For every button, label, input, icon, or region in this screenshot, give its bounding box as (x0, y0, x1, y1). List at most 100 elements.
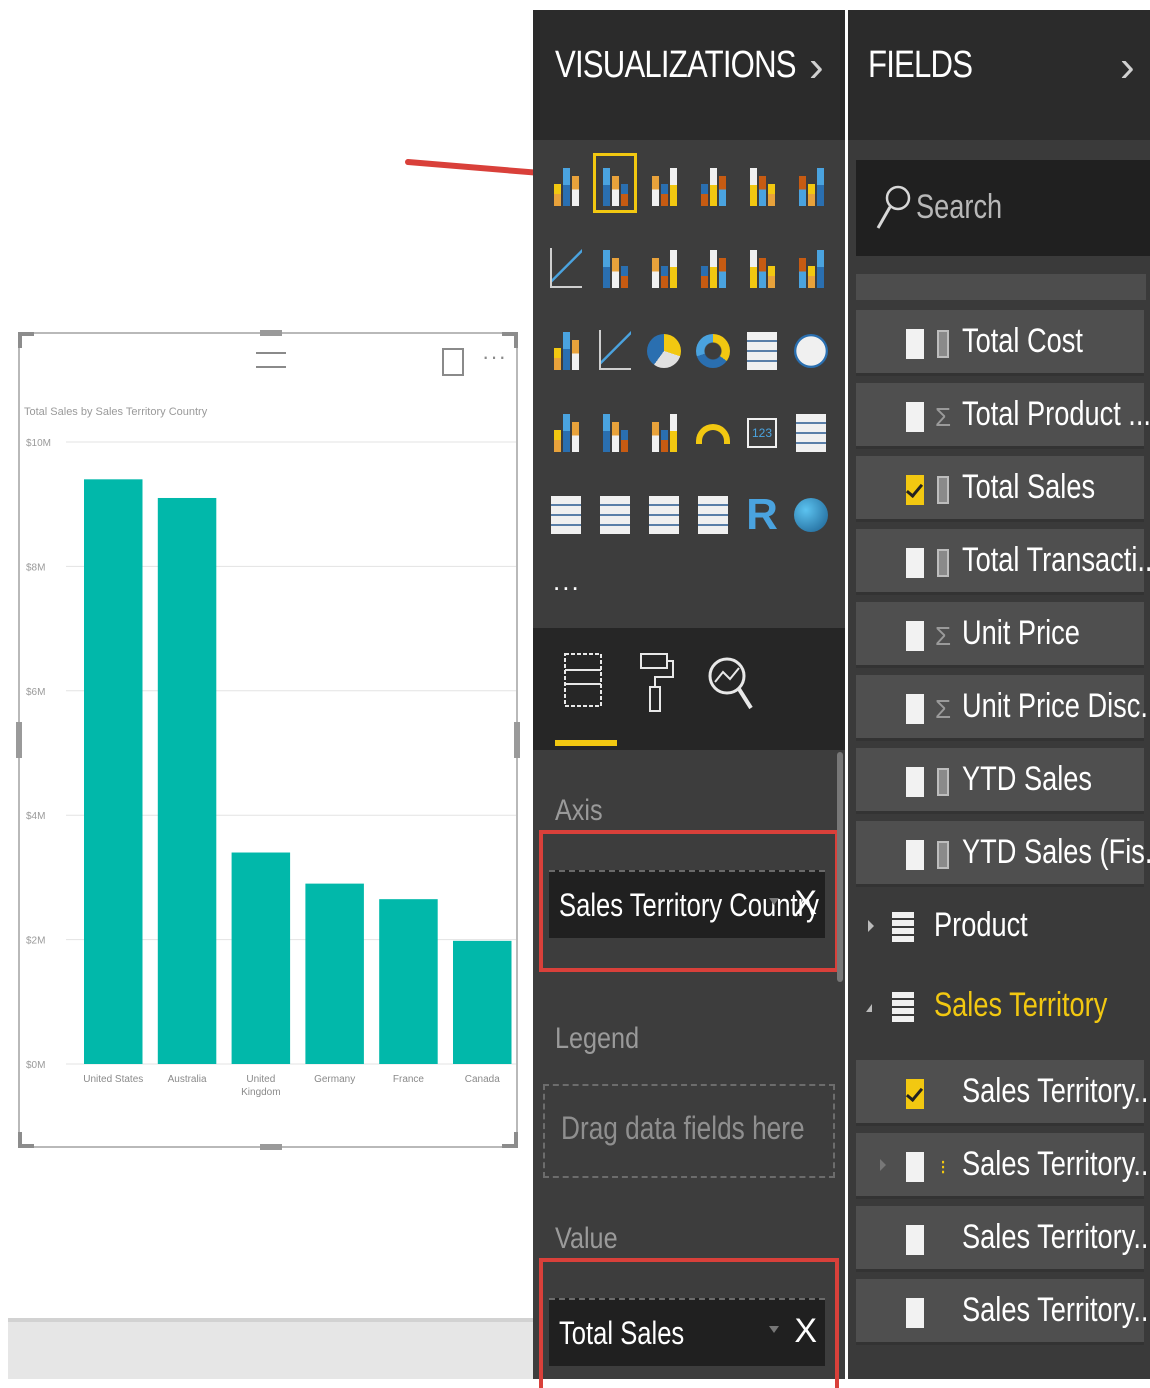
field-row[interactable]: Σ Total Product ... (856, 383, 1150, 449)
axis-field-pill[interactable]: Sales Territory Country X (549, 870, 825, 938)
calc-icon (932, 328, 954, 360)
remove-axis-field-icon[interactable]: X (794, 884, 817, 923)
field-checkbox[interactable] (906, 1225, 924, 1255)
slicer-icon[interactable] (594, 482, 636, 540)
field-row[interactable]: Total Sales (856, 456, 1144, 522)
value-well[interactable]: Total Sales X (539, 1258, 839, 1388)
field-name: YTD Sales (Fis... (962, 833, 1150, 871)
r-visual-icon[interactable]: R (741, 482, 783, 540)
field-checkbox[interactable] (906, 767, 924, 797)
expand-hierarchy-icon[interactable] (880, 1159, 886, 1171)
chart-title: Total Sales by Sales Territory Country (24, 406, 208, 418)
more-visuals-button[interactable]: ... (553, 566, 581, 597)
field-checkbox[interactable] (906, 621, 924, 651)
waterfall-icon[interactable] (545, 318, 587, 376)
shape-map-icon[interactable] (594, 400, 636, 458)
multi-row-card-icon[interactable] (790, 400, 832, 458)
line-stacked-column-icon[interactable] (741, 236, 783, 294)
field-row[interactable]: YTD Sales (856, 748, 1144, 814)
area-chart-icon[interactable] (594, 236, 636, 294)
matrix-icon[interactable] (692, 482, 734, 540)
resize-handle-bottom[interactable] (260, 1144, 282, 1150)
axis-field-name: Sales Territory Country (559, 886, 819, 923)
card-icon[interactable]: 123 (741, 400, 783, 458)
calc-icon (932, 839, 954, 871)
kpi-icon[interactable] (545, 482, 587, 540)
donut-chart-icon[interactable] (692, 318, 734, 376)
y-tick-label: $10M (26, 438, 51, 449)
field-checkbox[interactable] (906, 475, 924, 505)
collapse-table-icon[interactable] (866, 1004, 872, 1012)
globe-map-icon[interactable] (790, 482, 832, 540)
clustered-column-icon[interactable] (692, 154, 734, 212)
axis-well-label: Axis (555, 794, 603, 827)
clustered-bar-icon[interactable] (643, 154, 685, 212)
legend-drop-zone[interactable]: Drag data fields here (543, 1084, 835, 1178)
scatter-icon[interactable] (594, 318, 636, 376)
wells-scrollbar[interactable] (837, 752, 843, 982)
more-options-icon[interactable]: ··· (482, 344, 507, 370)
calc-icon (932, 474, 954, 506)
ribbon-chart-icon[interactable] (790, 236, 832, 294)
field-row[interactable]: Sales Territory... (856, 1060, 1150, 1126)
field-checkbox[interactable] (906, 402, 924, 432)
field-checkbox[interactable] (906, 694, 924, 724)
field-row[interactable]: Sales Territory... (856, 1279, 1150, 1345)
treemap-icon[interactable] (741, 318, 783, 376)
dropdown-arrow-icon[interactable] (769, 898, 779, 905)
table-product[interactable]: Product (848, 898, 1150, 958)
field-checkbox[interactable] (906, 1152, 924, 1182)
axis-well[interactable]: Sales Territory Country X (539, 830, 839, 972)
field-row[interactable]: Σ Unit Price Disc... (856, 675, 1150, 741)
line-chart-icon[interactable] (545, 236, 587, 294)
tab-fields[interactable] (555, 648, 615, 718)
resize-handle-top[interactable] (260, 330, 282, 336)
chart-plot: $10M $8M $6M $4M $2M $0M United States Australi… (26, 438, 516, 1098)
field-checkbox[interactable] (906, 329, 924, 359)
report-canvas: ··· Total Sales by Sales Territory Count… (0, 0, 533, 1379)
visualizations-header: VISUALIZATIONS › (533, 10, 845, 140)
pie-chart-icon[interactable] (643, 318, 685, 376)
field-row[interactable]: Sales Territory... (856, 1206, 1150, 1272)
filled-map-icon[interactable] (545, 400, 587, 458)
stacked-area-icon[interactable] (643, 236, 685, 294)
column-chart-visual[interactable]: ··· Total Sales by Sales Territory Count… (16, 330, 520, 1150)
tab-format[interactable] (629, 648, 689, 718)
gauge-icon[interactable] (692, 400, 734, 458)
map-icon[interactable] (790, 318, 832, 376)
field-row[interactable]: Total Cost (856, 310, 1144, 376)
drag-grip-icon[interactable] (256, 352, 286, 368)
stacked-column-icon[interactable] (593, 153, 637, 213)
bar-canada (453, 940, 512, 1064)
table-sales-territory[interactable]: Sales Territory (848, 978, 1150, 1038)
field-checkbox[interactable] (906, 548, 924, 578)
100-stacked-bar-icon[interactable] (741, 154, 783, 212)
expand-table-icon[interactable] (868, 920, 874, 932)
field-row[interactable]: Σ Unit Price (856, 602, 1144, 668)
field-checkbox[interactable] (906, 840, 924, 870)
tab-analytics[interactable] (701, 648, 761, 718)
field-row[interactable]: Total Transacti... (856, 529, 1150, 595)
bar-united-kingdom (231, 852, 291, 1064)
focus-mode-icon[interactable] (442, 348, 464, 376)
field-row[interactable]: ⁝ Sales Territory... (856, 1133, 1150, 1199)
field-checkbox[interactable] (906, 1079, 924, 1109)
field-checkbox[interactable] (906, 1298, 924, 1328)
table-icon[interactable] (643, 482, 685, 540)
value-field-pill[interactable]: Total Sales X (549, 1298, 825, 1366)
stacked-bar-icon[interactable] (545, 154, 587, 212)
legend-placeholder: Drag data fields here (561, 1110, 805, 1146)
100-stacked-column-icon[interactable] (790, 154, 832, 212)
field-row[interactable]: YTD Sales (Fis... (856, 821, 1150, 887)
collapse-fields-icon[interactable]: › (1120, 42, 1135, 92)
visualizations-title: VISUALIZATIONS (555, 44, 797, 86)
funnel-icon[interactable] (643, 400, 685, 458)
pane-tabs (533, 628, 845, 750)
remove-value-field-icon[interactable]: X (794, 1312, 817, 1351)
fields-well-icon (564, 653, 602, 707)
dropdown-arrow-icon[interactable] (769, 1326, 779, 1333)
field-search-input[interactable]: Search (856, 160, 1150, 256)
collapse-visualizations-icon[interactable]: › (809, 42, 824, 92)
line-clustered-column-icon[interactable] (692, 236, 734, 294)
sigma-icon: Σ (934, 620, 952, 651)
